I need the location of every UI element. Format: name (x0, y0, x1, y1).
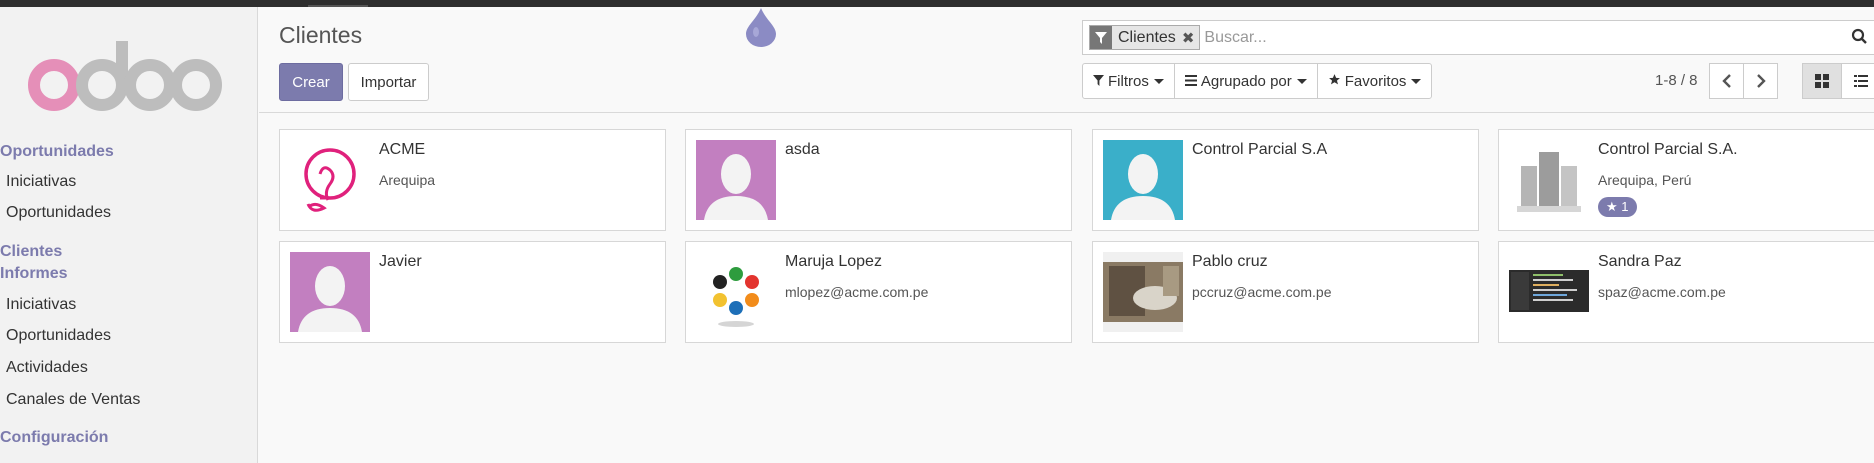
caret-down-icon (1411, 78, 1422, 84)
card-name: Maruja Lopez (785, 253, 882, 270)
star-icon (1328, 73, 1341, 89)
search-icon[interactable] (1851, 28, 1867, 44)
favorites-dropdown[interactable]: Favoritos (1318, 64, 1432, 98)
kanban-view-button[interactable] (1802, 63, 1842, 99)
card-name: asda (785, 141, 820, 158)
avatar (1509, 252, 1589, 332)
menu-section-informes[interactable]: Informes (0, 265, 68, 283)
company-buildings-icon (1509, 140, 1589, 220)
menu-item-oportunidades[interactable]: Oportunidades (6, 204, 111, 222)
kanban-card-sandra-paz[interactable]: Sandra Paz spaz@acme.com.pe (1498, 241, 1874, 343)
card-name: Pablo cruz (1192, 253, 1268, 270)
chevron-left-icon (1721, 74, 1731, 88)
menu-item-informes-iniciativas[interactable]: Iniciativas (6, 296, 76, 314)
top-navbar (0, 0, 1874, 7)
person-placeholder-icon (290, 252, 370, 332)
pager-previous-button[interactable] (1709, 63, 1744, 99)
kanban-card-maruja-lopez[interactable]: Maruja Lopez mlopez@acme.com.pe (685, 241, 1072, 343)
groupby-dropdown[interactable]: Agrupado por (1175, 64, 1318, 98)
search-facet: Clientes ✖ (1089, 25, 1201, 50)
filter-icon (1090, 26, 1112, 49)
menu-item-canales-de-ventas[interactable]: Canales de Ventas (6, 391, 140, 409)
pager-value[interactable]: 1-8 / 8 (1655, 72, 1698, 89)
avatar (1103, 140, 1183, 220)
menu-item-iniciativas[interactable]: Iniciativas (6, 173, 76, 191)
list-view-button[interactable] (1841, 63, 1874, 99)
top-navbar-active-indicator (308, 5, 368, 7)
card-email: pccruz@acme.com.pe (1192, 284, 1332, 300)
chevron-right-icon (1756, 74, 1766, 88)
avatar (696, 140, 776, 220)
search-input[interactable] (1204, 22, 1845, 53)
card-subtitle: Arequipa (379, 172, 436, 188)
card-name: Sandra Paz (1598, 253, 1682, 270)
kanban-card-acme[interactable]: ACME Arequipa (279, 129, 666, 231)
card-email: mlopez@acme.com.pe (785, 284, 929, 300)
people-circle-logo-icon (696, 252, 776, 332)
search-bar: Clientes ✖ (1082, 20, 1874, 55)
search-options-group: Filtros Agrupado por Favoritos (1082, 63, 1433, 99)
card-name: Javier (379, 253, 422, 270)
caret-down-icon (1296, 78, 1307, 84)
kanban-card-control-parcial-sa[interactable]: Control Parcial S.A (1092, 129, 1479, 231)
star-badge: ★ 1 (1598, 197, 1637, 217)
list-view-icon (1854, 75, 1868, 87)
list-bars-icon (1184, 74, 1197, 89)
pager-next-button[interactable] (1743, 63, 1778, 99)
card-name: ACME (379, 141, 426, 158)
loading-drop-icon (746, 8, 776, 47)
facet-remove-icon[interactable]: ✖ (1180, 26, 1200, 49)
import-button[interactable]: Importar (348, 63, 429, 101)
avatar (696, 252, 776, 332)
menu-section-configuracion[interactable]: Configuración (0, 429, 108, 447)
filters-label: Filtros (1108, 72, 1149, 90)
menu-item-actividades[interactable]: Actividades (6, 359, 88, 377)
kanban-card-asda[interactable]: asda (685, 129, 1072, 231)
menu-section-clientes[interactable]: Clientes (0, 243, 62, 261)
filter-icon (1093, 74, 1104, 89)
odoo-logo[interactable] (14, 37, 224, 117)
create-button[interactable]: Crear (279, 63, 343, 101)
avatar (1103, 252, 1183, 332)
person-placeholder-icon (1103, 140, 1183, 220)
sidebar: Oportunidades Iniciativas Oportunidades … (0, 7, 258, 463)
favorites-label: Favoritos (1344, 72, 1407, 90)
search-facet-label: Clientes (1118, 28, 1176, 46)
control-panel-divider (259, 112, 1874, 113)
caret-down-icon (1153, 78, 1164, 84)
kanban-card-control-parcial-sa-company[interactable]: Control Parcial S.A. Arequipa, Perú ★ 1 (1498, 129, 1874, 231)
page-title: Clientes (279, 22, 363, 48)
filters-dropdown[interactable]: Filtros (1083, 64, 1175, 98)
acme-lightbulb-logo (290, 140, 370, 220)
groupby-label: Agrupado por (1200, 72, 1292, 90)
card-name: Control Parcial S.A (1192, 141, 1328, 158)
screenshot-image (1509, 252, 1589, 332)
kanban-grid-icon (1815, 74, 1829, 88)
avatar (290, 140, 370, 220)
card-subtitle: Arequipa, Perú (1598, 172, 1692, 188)
card-email: spaz@acme.com.pe (1598, 284, 1726, 300)
avatar (290, 252, 370, 332)
person-placeholder-icon (696, 140, 776, 220)
kanban-card-pablo-cruz[interactable]: Pablo cruz pccruz@acme.com.pe (1092, 241, 1479, 343)
avatar (1509, 140, 1589, 220)
menu-item-informes-oportunidades[interactable]: Oportunidades (6, 327, 111, 345)
menu-section-oportunidades[interactable]: Oportunidades (0, 143, 114, 161)
photo-image (1103, 252, 1183, 332)
card-name: Control Parcial S.A. (1598, 141, 1738, 158)
kanban-card-javier[interactable]: Javier (279, 241, 666, 343)
